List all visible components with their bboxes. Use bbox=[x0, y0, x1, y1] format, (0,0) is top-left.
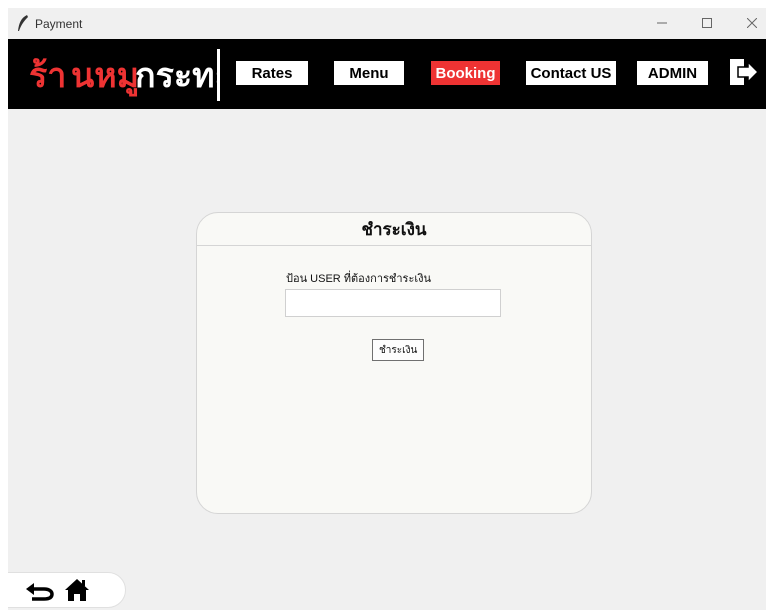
close-button[interactable] bbox=[738, 12, 766, 34]
minimize-icon bbox=[657, 22, 667, 24]
nav-rates-button[interactable]: Rates bbox=[236, 61, 308, 85]
payment-card: ชำระเงิน ป้อน USER ที่ต้องการชำระเงิน ชำ… bbox=[196, 212, 592, 514]
navbar: ร้า นหมู กระทะ Rates Menu Booking Contac… bbox=[8, 39, 766, 109]
nav-admin-button[interactable]: ADMIN bbox=[637, 61, 708, 85]
brand-text-red-2: นหมู bbox=[71, 57, 139, 97]
logout-icon[interactable] bbox=[728, 57, 760, 87]
close-icon bbox=[747, 18, 757, 28]
nav-booking-button[interactable]: Booking bbox=[431, 61, 500, 85]
nav-contact-button[interactable]: Contact US bbox=[526, 61, 616, 85]
back-arrow-icon[interactable] bbox=[24, 581, 54, 601]
payment-title: ชำระเงิน bbox=[197, 213, 591, 246]
maximize-button[interactable] bbox=[693, 12, 721, 34]
home-icon[interactable] bbox=[64, 578, 90, 602]
app-window: Payment ร้า นหมู กระทะ Rates Menu Bookin… bbox=[8, 8, 766, 610]
maximize-icon bbox=[702, 18, 712, 28]
nav-menu-button[interactable]: Menu bbox=[334, 61, 404, 85]
brand-text-white: กระทะ bbox=[135, 57, 217, 95]
user-input[interactable] bbox=[285, 289, 501, 317]
user-field-label: ป้อน USER ที่ต้องการชำระเงิน bbox=[286, 273, 432, 285]
minimize-button[interactable] bbox=[648, 12, 676, 34]
title-bar: Payment bbox=[8, 8, 766, 39]
brand-logo: ร้า นหมู กระทะ bbox=[29, 57, 217, 97]
pay-button[interactable]: ชำระเงิน bbox=[372, 339, 425, 361]
window-title: Payment bbox=[35, 17, 83, 31]
brand-divider bbox=[217, 49, 220, 101]
brand-text-red: ร้า bbox=[29, 57, 66, 95]
feather-icon bbox=[18, 15, 28, 31]
